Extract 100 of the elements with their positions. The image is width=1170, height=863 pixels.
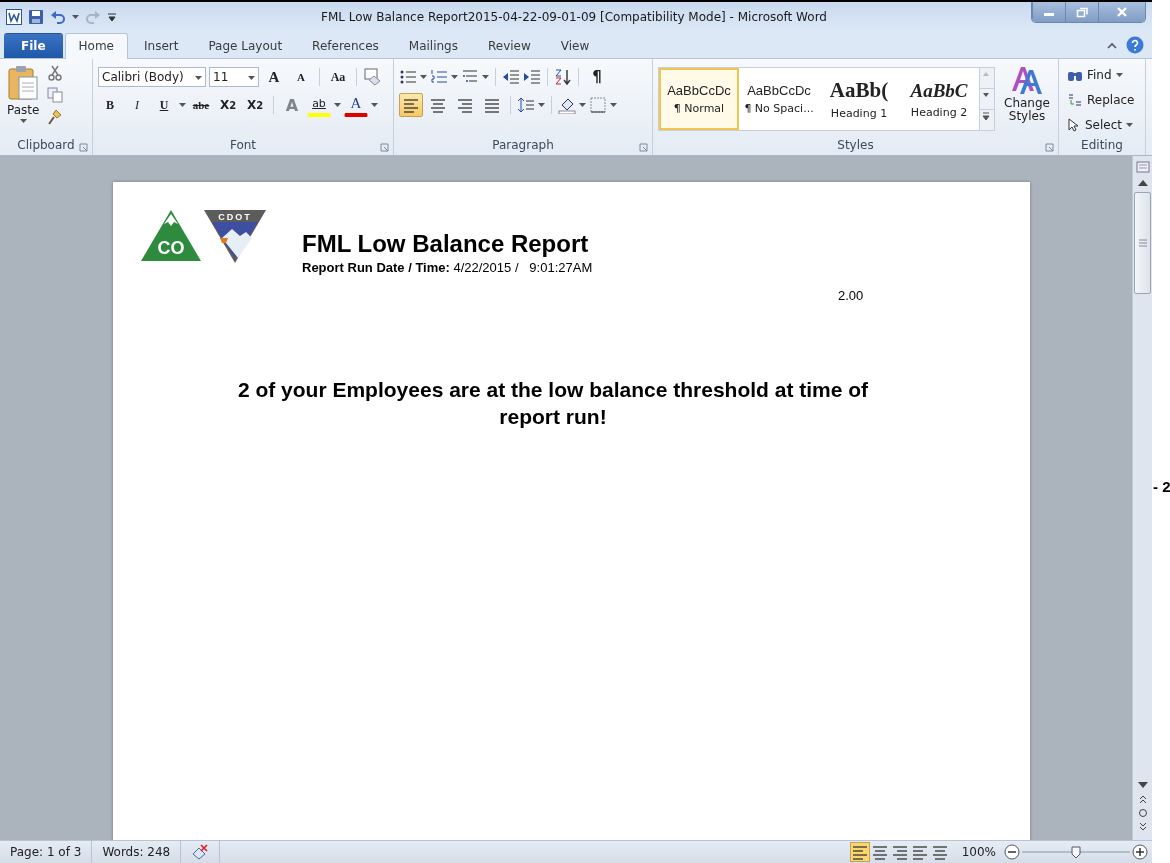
style-item[interactable]: AaBb( Heading 1	[819, 68, 899, 130]
grow-font-button[interactable]: A	[262, 65, 286, 89]
caret-icon[interactable]	[19, 119, 27, 124]
word-count[interactable]: Words: 248	[92, 841, 182, 863]
ribbon-tab[interactable]: Page Layout	[194, 33, 297, 58]
increase-indent-icon[interactable]	[523, 68, 541, 86]
scroll-up-icon[interactable]	[1136, 178, 1149, 188]
sort-icon[interactable]	[554, 68, 572, 86]
caret-icon[interactable]	[451, 74, 458, 80]
paste-button[interactable]: Paste	[5, 63, 42, 138]
italic-button[interactable]: I	[125, 93, 149, 117]
caret-icon[interactable]	[538, 102, 545, 108]
ribbon-tab[interactable]: View	[546, 33, 604, 58]
change-styles-button[interactable]: Change Styles	[1001, 63, 1053, 138]
replace-button[interactable]: Replace	[1064, 88, 1140, 112]
clipboard-icon	[7, 65, 40, 101]
decrease-indent-icon[interactable]	[502, 68, 520, 86]
caret-icon[interactable]	[195, 76, 202, 81]
window-title: FML Low Balance Report2015-04-22-09-01-09 [Compatibility Mode] - Microsoft Word	[320, 10, 828, 24]
caret-icon[interactable]	[610, 102, 617, 108]
caret-icon[interactable]	[72, 14, 79, 20]
style-item[interactable]: AaBbCcDc ¶ Normal	[659, 68, 739, 130]
dialog-launcher-icon[interactable]	[1045, 143, 1054, 152]
report-message: 2 of your Employees are at the low balance threshold at time of report run!	[236, 377, 870, 430]
font-color-button[interactable]: A	[344, 93, 368, 117]
ribbon-tab[interactable]: References	[298, 33, 393, 58]
font-size-field[interactable]: 11	[209, 67, 259, 87]
restore-icon	[1076, 6, 1088, 18]
change-case-button[interactable]: Aa	[326, 65, 350, 89]
caret-icon[interactable]	[1126, 122, 1134, 128]
bullets-icon[interactable]	[399, 68, 417, 86]
grip-icon	[1138, 239, 1147, 247]
collapse-ribbon-icon[interactable]	[1106, 40, 1118, 50]
ribbon-tab[interactable]: Home	[64, 33, 128, 59]
font-name-field[interactable]: Calibri (Body)	[98, 67, 206, 87]
strikethrough-button[interactable]: abe	[189, 93, 213, 117]
group-label: Styles	[653, 138, 1058, 155]
ribbon-tab[interactable]: File	[4, 33, 63, 58]
format-painter-icon[interactable]	[47, 109, 64, 125]
clear-formatting-icon[interactable]	[363, 68, 381, 86]
styles-letters-icon	[1010, 65, 1044, 95]
group-label: Font	[93, 138, 393, 155]
find-button[interactable]: Find	[1064, 63, 1140, 87]
show-formatting-button[interactable]: ¶	[585, 65, 609, 89]
select-button[interactable]: Select	[1064, 113, 1140, 137]
line-spacing-icon[interactable]	[517, 96, 535, 114]
zoom-level[interactable]: 100%	[949, 845, 1004, 859]
logo: CO CDOT	[140, 208, 267, 263]
scroll-down-icon[interactable]	[1136, 780, 1149, 790]
dialog-launcher-icon[interactable]	[639, 143, 648, 152]
view-button[interactable]	[849, 842, 870, 862]
value-text: 2.00	[838, 288, 865, 303]
zoom-in-icon[interactable]	[1132, 844, 1148, 860]
report-title: FML Low Balance Report	[302, 230, 590, 258]
restore-button[interactable]	[1065, 2, 1098, 22]
dialog-launcher-icon[interactable]	[380, 143, 389, 152]
pointer-icon	[1067, 118, 1081, 132]
page-count[interactable]: Page: 1 of 3	[0, 841, 93, 863]
dialog-launcher-icon[interactable]	[79, 143, 88, 152]
close-icon	[1116, 6, 1128, 18]
customize-icon[interactable]	[107, 11, 117, 23]
caret-icon[interactable]	[371, 102, 378, 108]
margin-text: - 2	[1153, 478, 1170, 495]
shrink-font-button[interactable]: A	[289, 65, 313, 89]
report-run-date: Report Run Date / Time: 4/22/2015 / 9:01:27AM	[302, 260, 593, 275]
scroll-thumb[interactable]	[1134, 192, 1151, 294]
caret-icon[interactable]	[248, 76, 255, 81]
zoom-slider-thumb[interactable]	[1071, 846, 1081, 859]
caret-icon[interactable]	[579, 102, 586, 108]
underline-button[interactable]: U	[152, 93, 176, 117]
ribbon-tab[interactable]: Review	[473, 33, 545, 58]
highlight-button[interactable]: ab	[307, 93, 331, 117]
close-button[interactable]	[1098, 2, 1145, 22]
group-label: Editing	[1080, 138, 1124, 154]
caret-icon[interactable]	[179, 102, 186, 108]
borders-icon[interactable]	[589, 96, 607, 114]
minimize-button[interactable]	[1032, 2, 1065, 22]
cut-icon[interactable]	[47, 65, 64, 81]
undo-icon[interactable]	[50, 9, 66, 25]
ribbon-tab[interactable]: Insert	[130, 33, 193, 58]
previous-page-icon[interactable]	[1137, 794, 1148, 804]
next-page-icon[interactable]	[1137, 822, 1148, 832]
bold-button[interactable]: B	[98, 93, 122, 117]
word-icon[interactable]	[6, 9, 22, 25]
save-icon[interactable]	[28, 9, 44, 25]
replace-icon	[1067, 93, 1083, 107]
proofing-icon[interactable]	[191, 844, 210, 860]
help-icon[interactable]	[1126, 36, 1144, 54]
caret-icon[interactable]	[334, 102, 341, 108]
browse-object-icon[interactable]	[1137, 808, 1148, 818]
caret-icon[interactable]	[482, 74, 489, 80]
style-item[interactable]: AaBbCcDc ¶ No Spaci...	[739, 68, 819, 130]
more-styles-icon[interactable]	[980, 110, 992, 122]
caret-icon[interactable]	[1115, 72, 1123, 78]
caret-icon[interactable]	[420, 74, 427, 80]
shading-icon[interactable]	[558, 96, 576, 114]
group-label: Paragraph	[394, 138, 652, 155]
zoom-out-icon[interactable]	[1004, 844, 1020, 860]
ribbon-tab[interactable]: Mailings	[394, 33, 472, 58]
style-item[interactable]: AaBbC Heading 2	[899, 68, 979, 130]
